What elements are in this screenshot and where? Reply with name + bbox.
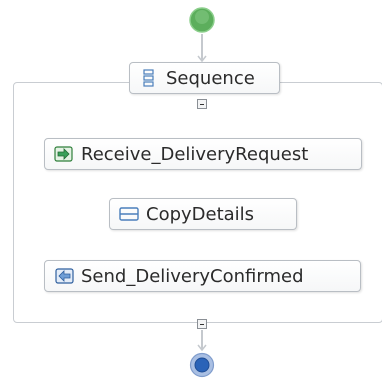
process-canvas: Sequence Receive_DeliveryRequest CopyDet…: [0, 0, 382, 383]
send-arrow-icon: [54, 266, 74, 286]
collapse-toggle-bottom[interactable]: [197, 319, 207, 329]
sequence-node[interactable]: Sequence: [129, 62, 280, 94]
end-event[interactable]: [189, 352, 215, 378]
sequence-label: Sequence: [166, 67, 255, 89]
receive-arrow-icon: [54, 144, 74, 164]
start-event[interactable]: [188, 6, 216, 34]
copy-details-node[interactable]: CopyDetails: [109, 198, 297, 230]
copy-details-label: CopyDetails: [146, 203, 255, 225]
send-activity-label: Send_DeliveryConfirmed: [81, 265, 304, 287]
assign-icon: [119, 204, 139, 224]
sequence-icon: [139, 68, 159, 88]
receive-activity-node[interactable]: Receive_DeliveryRequest: [44, 138, 362, 170]
collapse-toggle-top[interactable]: [197, 99, 207, 109]
end-circle-icon: [194, 357, 210, 373]
send-activity-node[interactable]: Send_DeliveryConfirmed: [44, 260, 361, 292]
receive-activity-label: Receive_DeliveryRequest: [81, 143, 309, 165]
